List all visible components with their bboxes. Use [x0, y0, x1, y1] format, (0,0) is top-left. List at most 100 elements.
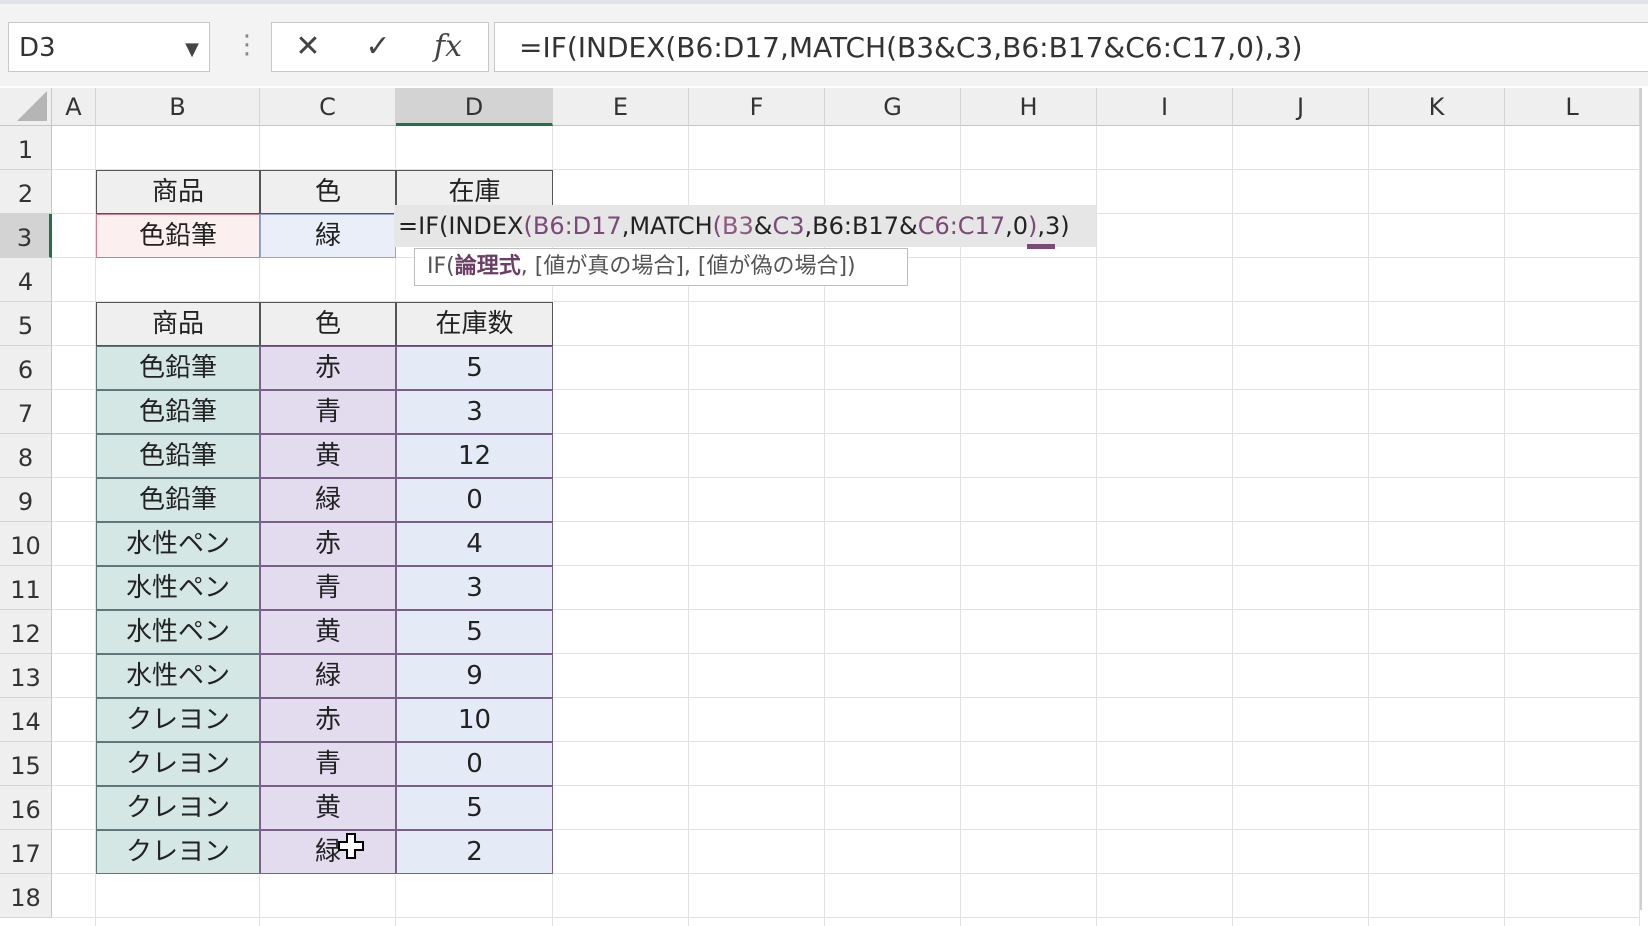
- table-cell-color[interactable]: 黄: [260, 610, 396, 654]
- name-box-value: D3: [19, 33, 56, 63]
- chevron-down-icon[interactable]: ▼: [185, 39, 199, 60]
- row-header-10[interactable]: 10: [0, 522, 52, 566]
- column-header-j[interactable]: J: [1233, 88, 1369, 126]
- table-cell-product[interactable]: クレヨン: [96, 830, 260, 874]
- formula-token: ,3: [1037, 212, 1061, 240]
- lookup-product-cell[interactable]: 色鉛筆: [96, 214, 260, 258]
- active-cell-d3-formula[interactable]: =IF(INDEX(B6:D17,MATCH(B3&C3,B6:B17&C6:C…: [398, 205, 1070, 247]
- enter-check-icon[interactable]: ✓: [352, 27, 404, 67]
- tooltip-function-name[interactable]: IF(: [427, 254, 455, 279]
- formula-bar-area: D3 ▼ ⋮ ✕ ✓ fx =IF(INDEX(B6:D17,MATCH(B3&…: [0, 4, 1648, 86]
- formula-text: =IF(INDEX(B6:D17,MATCH(B3&C3,B6:B17&C6:C…: [519, 31, 1303, 64]
- more-options-icon[interactable]: ⋮: [234, 30, 260, 60]
- column-header-i[interactable]: I: [1097, 88, 1233, 126]
- column-header-f[interactable]: F: [689, 88, 825, 126]
- formula-input[interactable]: =IF(INDEX(B6:D17,MATCH(B3&C3,B6:B17&C6:C…: [494, 22, 1648, 72]
- formula-token: ,MATCH: [621, 212, 713, 240]
- formula-token: ,0: [1005, 212, 1029, 240]
- table-cell-stock[interactable]: 5: [396, 346, 553, 390]
- formula-token: =IF(INDEX: [398, 212, 524, 240]
- column-header-b[interactable]: B: [96, 88, 260, 126]
- table-cell-color[interactable]: 黄: [260, 434, 396, 478]
- table-cell-stock[interactable]: 5: [396, 786, 553, 830]
- table-cell-color[interactable]: 青: [260, 390, 396, 434]
- lookup-header-product[interactable]: 商品: [96, 170, 260, 214]
- table-cell-product[interactable]: クレヨン: [96, 786, 260, 830]
- column-header-e[interactable]: E: [553, 88, 689, 126]
- row-header-15[interactable]: 15: [0, 742, 52, 786]
- table-cell-color[interactable]: 青: [260, 742, 396, 786]
- formula-token: B3: [722, 212, 754, 240]
- table-cell-product[interactable]: 色鉛筆: [96, 390, 260, 434]
- function-argument-tooltip[interactable]: IF(論理式, [値が真の場合], [値が偽の場合]): [414, 248, 908, 286]
- row-header-9[interactable]: 9: [0, 478, 52, 522]
- select-all-triangle-icon: [17, 91, 47, 121]
- row-header-18[interactable]: 18: [0, 874, 52, 918]
- table-cell-color[interactable]: 赤: [260, 698, 396, 742]
- row-header-5[interactable]: 5: [0, 302, 52, 346]
- table-cell-color[interactable]: 赤: [260, 346, 396, 390]
- cancel-icon[interactable]: ✕: [282, 27, 334, 67]
- tooltip-remaining-arguments: , [値が真の場合], [値が偽の場合]): [520, 254, 856, 279]
- window-right-edge: [1640, 88, 1642, 910]
- column-header-g[interactable]: G: [825, 88, 961, 126]
- insert-function-icon[interactable]: fx: [422, 27, 474, 67]
- table-cell-product[interactable]: クレヨン: [96, 742, 260, 786]
- table-cell-stock[interactable]: 3: [396, 566, 553, 610]
- row-header-2[interactable]: 2: [0, 170, 52, 214]
- row-header-12[interactable]: 12: [0, 610, 52, 654]
- table-cell-color[interactable]: 青: [260, 566, 396, 610]
- table-cell-product[interactable]: 水性ペン: [96, 522, 260, 566]
- row-header-13[interactable]: 13: [0, 654, 52, 698]
- table-cell-stock[interactable]: 0: [396, 742, 553, 786]
- name-box[interactable]: D3 ▼: [8, 22, 210, 72]
- table-cell-stock[interactable]: 5: [396, 610, 553, 654]
- column-header-d[interactable]: D: [396, 88, 553, 126]
- table-cell-stock[interactable]: 0: [396, 478, 553, 522]
- table-cell-color[interactable]: 緑: [260, 654, 396, 698]
- formula-token: ): [1028, 212, 1038, 240]
- row-header-11[interactable]: 11: [0, 566, 52, 610]
- formula-token: ,B6:B17&: [804, 212, 918, 240]
- column-header-k[interactable]: K: [1369, 88, 1505, 126]
- table-cell-stock[interactable]: 3: [396, 390, 553, 434]
- table-cell-stock[interactable]: 9: [396, 654, 553, 698]
- table-header-product[interactable]: 商品: [96, 302, 260, 346]
- row-header-3[interactable]: 3: [0, 214, 52, 258]
- formula-token: &: [753, 212, 773, 240]
- table-cell-product[interactable]: 色鉛筆: [96, 434, 260, 478]
- table-cell-color[interactable]: 赤: [260, 522, 396, 566]
- column-header-c[interactable]: C: [260, 88, 396, 126]
- table-header-stock-count[interactable]: 在庫数: [396, 302, 553, 346]
- table-cell-stock[interactable]: 12: [396, 434, 553, 478]
- column-header-l[interactable]: L: [1505, 88, 1640, 126]
- table-cell-product[interactable]: 色鉛筆: [96, 346, 260, 390]
- row-header-6[interactable]: 6: [0, 346, 52, 390]
- table-cell-color[interactable]: 黄: [260, 786, 396, 830]
- lookup-color-cell[interactable]: 緑: [260, 214, 396, 258]
- lookup-header-color[interactable]: 色: [260, 170, 396, 214]
- table-header-color[interactable]: 色: [260, 302, 396, 346]
- table-cell-product[interactable]: 水性ペン: [96, 610, 260, 654]
- row-header-7[interactable]: 7: [0, 390, 52, 434]
- table-cell-color[interactable]: 緑: [260, 830, 396, 874]
- table-cell-product[interactable]: 水性ペン: [96, 654, 260, 698]
- formula-token: (: [712, 212, 723, 240]
- table-cell-stock[interactable]: 2: [396, 830, 553, 874]
- column-header-h[interactable]: H: [961, 88, 1097, 126]
- row-header-8[interactable]: 8: [0, 434, 52, 478]
- table-cell-product[interactable]: クレヨン: [96, 698, 260, 742]
- table-cell-stock[interactable]: 10: [396, 698, 553, 742]
- row-header-16[interactable]: 16: [0, 786, 52, 830]
- table-cell-product[interactable]: 水性ペン: [96, 566, 260, 610]
- row-header-4[interactable]: 4: [0, 258, 52, 302]
- row-header-14[interactable]: 14: [0, 698, 52, 742]
- row-header-17[interactable]: 17: [0, 830, 52, 874]
- table-cell-stock[interactable]: 4: [396, 522, 553, 566]
- column-header-a[interactable]: A: [52, 88, 96, 126]
- row-header-1[interactable]: 1: [0, 126, 52, 170]
- formula-token: (: [523, 212, 533, 240]
- table-cell-color[interactable]: 緑: [260, 478, 396, 522]
- select-all-button[interactable]: [0, 88, 52, 126]
- table-cell-product[interactable]: 色鉛筆: [96, 478, 260, 522]
